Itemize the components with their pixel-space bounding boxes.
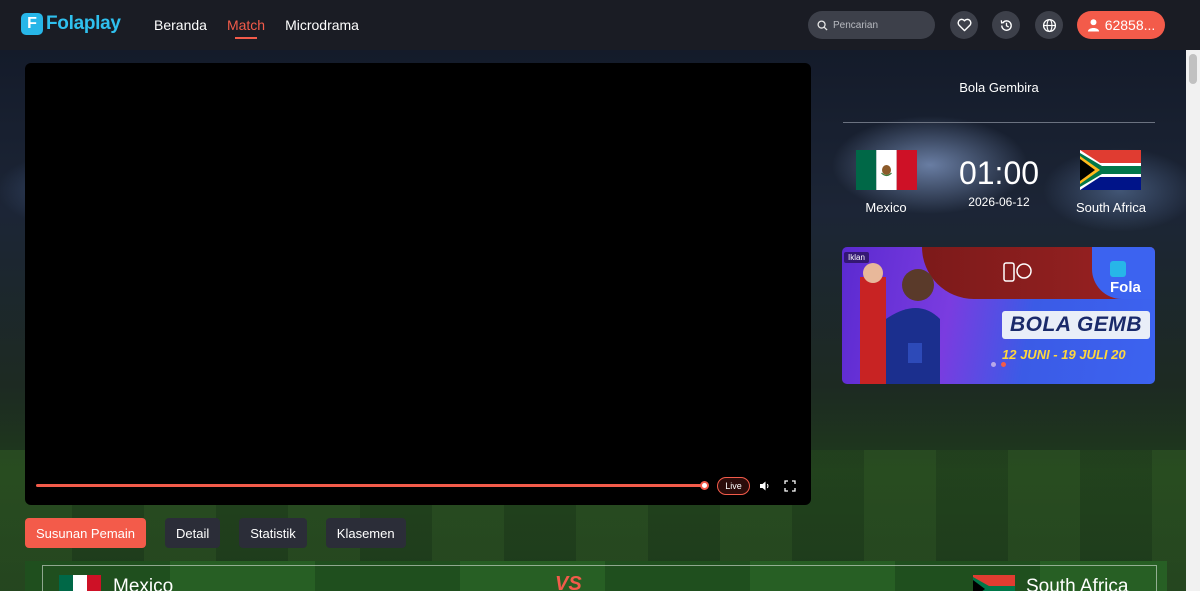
nav-item-match[interactable]: Match <box>227 17 265 39</box>
logo-icon: F <box>21 13 43 35</box>
video-player[interactable]: Live <box>25 63 811 505</box>
scrollbar-thumb[interactable] <box>1189 54 1197 84</box>
trophy-emblem-icon <box>1003 262 1032 282</box>
tab-klasemen[interactable]: Klasemen <box>325 518 406 548</box>
mexico-flag <box>856 150 917 190</box>
history-button[interactable] <box>992 11 1020 39</box>
carousel-dots <box>991 362 1006 367</box>
search-box[interactable] <box>808 11 935 39</box>
vs-label: VS <box>555 573 582 591</box>
ad-banner[interactable]: Iklan Fola BOLA GEMB 12 JUNI - 19 JULI 2… <box>842 247 1155 384</box>
language-button[interactable] <box>1035 11 1063 39</box>
user-account-button[interactable]: 62858... <box>1077 11 1165 39</box>
south-africa-flag-icon <box>973 575 1015 591</box>
live-badge[interactable]: Live <box>717 477 750 495</box>
ad-brand: Fola <box>1110 261 1155 296</box>
favorites-button[interactable] <box>950 11 978 39</box>
main-nav: Beranda Match Microdrama <box>154 17 379 39</box>
progress-handle[interactable] <box>700 481 710 490</box>
ad-dates: 12 JUNI - 19 JULI 20 <box>1002 347 1126 362</box>
user-phone-label: 62858... <box>1104 17 1156 33</box>
logo-text: Folaplay <box>46 13 121 34</box>
league-name: Bola Gembira <box>959 80 1039 95</box>
lineup-home-flag <box>59 575 101 591</box>
away-team-name: South Africa <box>1075 200 1147 215</box>
player-illustration <box>860 263 940 384</box>
lineup-away-name: South Africa <box>1026 576 1129 591</box>
volume-icon <box>760 481 769 491</box>
tab-statistik[interactable]: Statistik <box>239 518 307 548</box>
home-team-name: Mexico <box>865 200 907 215</box>
ad-brand-text: Fola <box>1110 279 1141 296</box>
tab-susunan-pemain[interactable]: Susunan Pemain <box>25 518 147 548</box>
match-time: 01:00 <box>958 155 1040 191</box>
ad-title: BOLA GEMB <box>1002 311 1151 339</box>
volume-button[interactable] <box>757 478 773 494</box>
search-input[interactable] <box>833 19 923 31</box>
nav-item-beranda[interactable]: Beranda <box>154 17 207 33</box>
progress-bar[interactable] <box>36 484 706 487</box>
match-tabs: Susunan Pemain Detail Statistik Klasemen <box>25 518 425 548</box>
user-icon <box>1087 19 1099 32</box>
match-date: 2026-06-12 <box>968 195 1030 209</box>
logo[interactable]: F Folaplay <box>21 13 121 35</box>
history-icon <box>1000 19 1012 31</box>
south-africa-flag <box>1080 150 1141 190</box>
mexico-flag-icon <box>59 575 101 591</box>
lineup-away-flag <box>973 575 1015 591</box>
fullscreen-icon <box>784 480 796 492</box>
search-icon <box>817 19 828 31</box>
ad-brand-logo-icon <box>1110 261 1126 277</box>
page-scrollbar[interactable] <box>1186 50 1200 591</box>
lineup-home-name: Mexico <box>113 576 174 591</box>
ad-label: Iklan <box>844 252 869 263</box>
lineup-panel: Mexico VS South Africa <box>25 561 1167 591</box>
tab-detail[interactable]: Detail <box>165 518 221 548</box>
carousel-dot[interactable] <box>991 362 996 367</box>
nav-item-microdrama[interactable]: Microdrama <box>285 17 359 33</box>
divider <box>843 122 1155 123</box>
top-navbar: F Folaplay Beranda Match Microdrama Penc… <box>0 0 1200 50</box>
mexico-flag-icon <box>856 150 917 190</box>
globe-icon <box>1042 18 1056 32</box>
heart-icon <box>957 18 971 32</box>
carousel-dot-active[interactable] <box>1001 362 1006 367</box>
fullscreen-button[interactable] <box>782 478 798 494</box>
south-africa-flag-icon <box>1080 150 1141 190</box>
